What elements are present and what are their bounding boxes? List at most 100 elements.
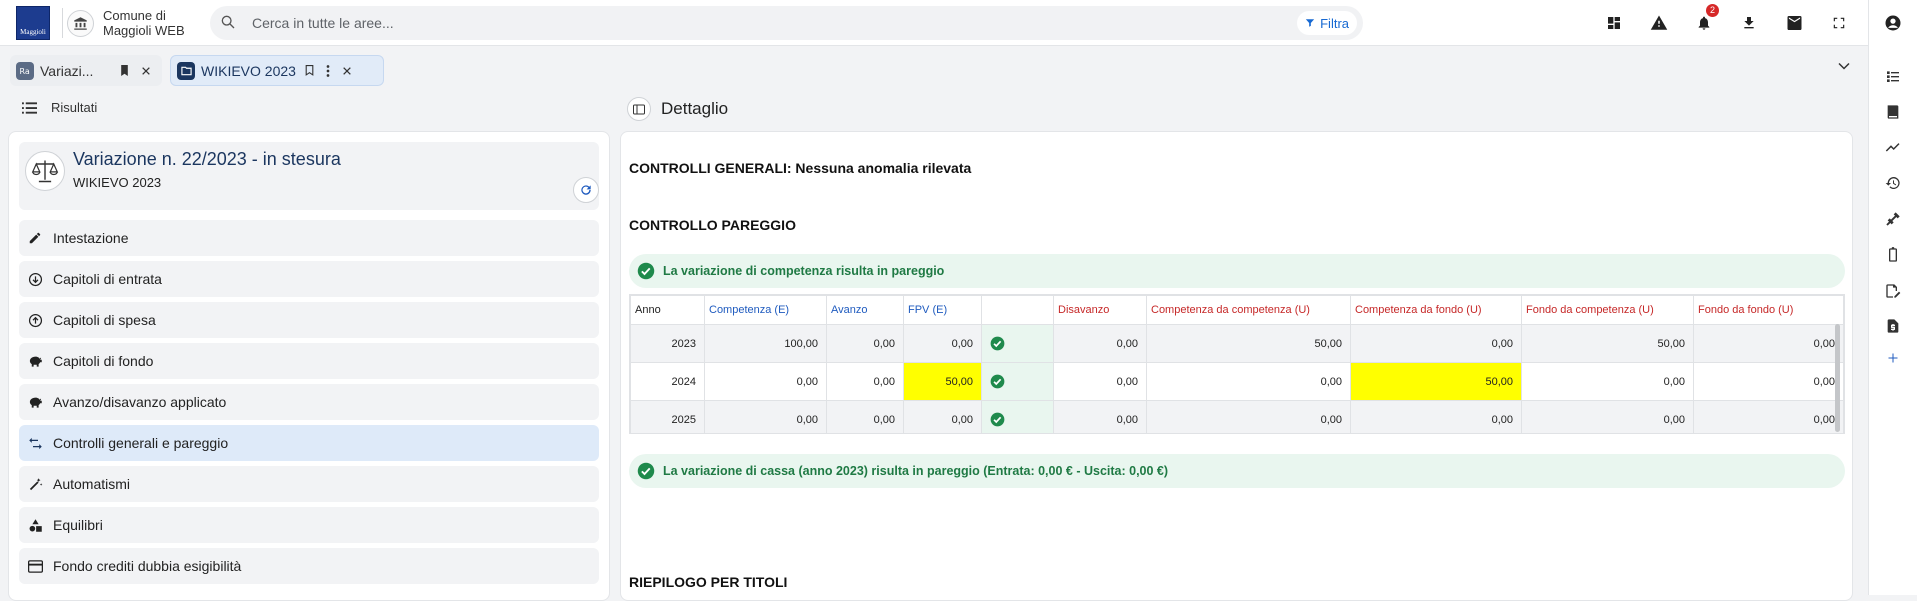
clipboard-icon[interactable] — [1882, 244, 1904, 266]
app-name: Comune di Maggioli WEB — [103, 8, 185, 38]
table-cell-competenza-e: 100,00 — [704, 324, 827, 363]
sidebar-toggle-icon[interactable] — [627, 97, 651, 121]
history-icon[interactable] — [1882, 172, 1904, 194]
close-tab-icon[interactable] — [342, 66, 352, 76]
sidebar-item-label: Automatismi — [53, 476, 131, 492]
account-icon[interactable] — [1882, 12, 1904, 34]
fullscreen-icon[interactable] — [1828, 12, 1850, 34]
check-circle-icon — [637, 262, 655, 280]
sidebar-item-avanzo-disavanzo-applicato[interactable]: Avanzo/disavanzo applicato — [19, 384, 599, 420]
table-cell-fondo-da-fondo: 0,00 — [1693, 362, 1844, 401]
close-tab-icon[interactable] — [141, 66, 151, 76]
logo-text: Maggioli — [20, 28, 46, 36]
refresh-button[interactable] — [573, 177, 599, 203]
table-cell-comp-da-fondo: 50,00 — [1350, 362, 1522, 401]
filter-button[interactable]: Filtra — [1297, 11, 1357, 35]
sidebar-item-label: Fondo crediti dubbia esigibilità — [53, 558, 242, 574]
bookmark-filled-icon[interactable] — [120, 65, 129, 76]
tab-variazioni[interactable]: Ra Variazi... — [10, 55, 162, 86]
mail-icon[interactable] — [1783, 12, 1805, 34]
divider — [62, 8, 63, 38]
magic-wand-icon — [27, 476, 43, 492]
refresh-icon — [581, 185, 591, 195]
sidebar-item-capitoli-di-spesa[interactable]: Capitoli di spesa — [19, 302, 599, 338]
arrow-up-circle-icon — [27, 312, 43, 328]
folder-icon — [177, 61, 195, 80]
sidebar-item-capitoli-di-fondo[interactable]: Capitoli di fondo — [19, 343, 599, 379]
maggioli-logo[interactable]: Maggioli — [16, 6, 50, 40]
sidebar-item-equilibri[interactable]: Equilibri — [19, 507, 599, 543]
more-icon[interactable] — [326, 64, 330, 77]
top-bar: Maggioli Comune di Maggioli WEB Filtra 2 — [0, 0, 1868, 46]
col-header: FPV (E) — [903, 295, 982, 325]
competenza-status: La variazione di competenza risulta in p… — [629, 254, 1845, 288]
col-header: Competenza (E) — [704, 295, 827, 325]
tab-label: Variazi... — [40, 62, 94, 79]
competenza-status-text: La variazione di competenza risulta in p… — [663, 264, 945, 278]
table-cell-disavanzo: 0,00 — [1053, 324, 1147, 363]
results-header[interactable]: Risultati — [22, 100, 97, 115]
sidebar-item-intestazione[interactable]: Intestazione — [19, 220, 599, 256]
table-cell-fondo-da-comp: 50,00 — [1521, 324, 1694, 363]
notification-badge: 2 — [1706, 4, 1719, 17]
sidebar-item-capitoli-di-entrata[interactable]: Capitoli di entrata — [19, 261, 599, 297]
table-cell-comp-da-fondo: 0,00 — [1350, 400, 1522, 433]
warning-icon[interactable] — [1648, 12, 1670, 34]
sidebar-item-controlli-generali-e-pareggio[interactable]: Controlli generali e pareggio — [19, 425, 599, 461]
sidebar-item-label: Intestazione — [53, 230, 129, 246]
book-icon[interactable] — [1882, 101, 1904, 123]
detail-title: Dettaglio — [661, 99, 729, 118]
piggy-bank-icon — [27, 394, 43, 410]
chevron-down-icon[interactable] — [1838, 62, 1850, 70]
download-icon[interactable] — [1738, 12, 1760, 34]
table-cell-fondo-da-fondo: 0,00 — [1693, 324, 1844, 363]
sidebar-item-fondo-crediti-dubbia-esigibilit[interactable]: Fondo crediti dubbia esigibilità — [19, 548, 599, 584]
card-subtitle: WIKIEVO 2023 — [73, 175, 162, 190]
dashboard-icon[interactable] — [1603, 12, 1625, 34]
document-money-icon[interactable] — [1882, 315, 1904, 337]
col-header: Disavanzo — [1053, 295, 1147, 325]
col-header — [981, 295, 1054, 325]
tab-wikievo[interactable]: WIKIEVO 2023 — [170, 55, 384, 86]
notifications-icon[interactable]: 2 — [1693, 4, 1719, 34]
check-circle-icon — [981, 400, 1054, 433]
table-cell-comp-da-fondo: 0,00 — [1350, 324, 1522, 363]
table-scrollbar[interactable] — [1835, 324, 1840, 432]
sidebar-item-automatismi[interactable]: Automatismi — [19, 466, 599, 502]
trend-icon[interactable] — [1882, 136, 1904, 158]
plug-icon[interactable] — [1882, 208, 1904, 230]
table-cell-anno: 2023 — [630, 324, 705, 363]
controllo-pareggio-title: CONTROLLO PAREGGIO — [629, 217, 796, 233]
detail-panel: CONTROLLI GENERALI: Nessuna anomalia ril… — [620, 131, 1853, 601]
left-panel: Variazione n. 22/2023 - in stesura WIKIE… — [8, 131, 610, 601]
table-cell-comp-da-comp: 50,00 — [1146, 324, 1351, 363]
document-sign-icon[interactable] — [1882, 280, 1904, 302]
arrow-down-circle-icon — [27, 271, 43, 287]
table-cell-avanzo: 0,00 — [826, 324, 904, 363]
table-cell-fondo-da-comp: 0,00 — [1521, 362, 1694, 401]
global-search: Filtra — [210, 6, 1363, 40]
col-header: Fondo da fondo (U) — [1693, 295, 1844, 325]
variation-card: Variazione n. 22/2023 - in stesura WIKIE… — [19, 142, 599, 210]
checklist-icon[interactable] — [1882, 65, 1904, 87]
search-input[interactable] — [250, 6, 1050, 40]
check-circle-icon — [981, 324, 1054, 363]
piggy-bank-icon — [27, 353, 43, 369]
bookmark-icon[interactable] — [305, 65, 314, 76]
sidebar-item-label: Capitoli di spesa — [53, 312, 156, 328]
detail-header: Dettaglio — [627, 97, 728, 121]
pareggio-table-wrap: Anno Competenza (E) Avanzo FPV (E) Disav… — [629, 294, 1845, 434]
transfer-icon — [27, 435, 43, 451]
sidebar-item-label: Capitoli di fondo — [53, 353, 154, 369]
check-circle-icon — [981, 362, 1054, 401]
bank-icon[interactable] — [67, 10, 94, 37]
add-icon[interactable] — [1882, 347, 1904, 369]
table-cell-disavanzo: 0,00 — [1053, 400, 1147, 433]
check-circle-icon — [637, 462, 655, 480]
table-cell-fpv-e: 0,00 — [903, 400, 982, 433]
filter-label: Filtra — [1320, 15, 1349, 31]
table-cell-avanzo: 0,00 — [826, 362, 904, 401]
table-header-row: Anno Competenza (E) Avanzo FPV (E) Disav… — [630, 295, 1844, 325]
col-header: Competenza da fondo (U) — [1350, 295, 1522, 325]
table-row: 2023 100,00 0,00 0,00 0,00 50,00 0,00 50,00 0,00 — [630, 324, 1844, 363]
